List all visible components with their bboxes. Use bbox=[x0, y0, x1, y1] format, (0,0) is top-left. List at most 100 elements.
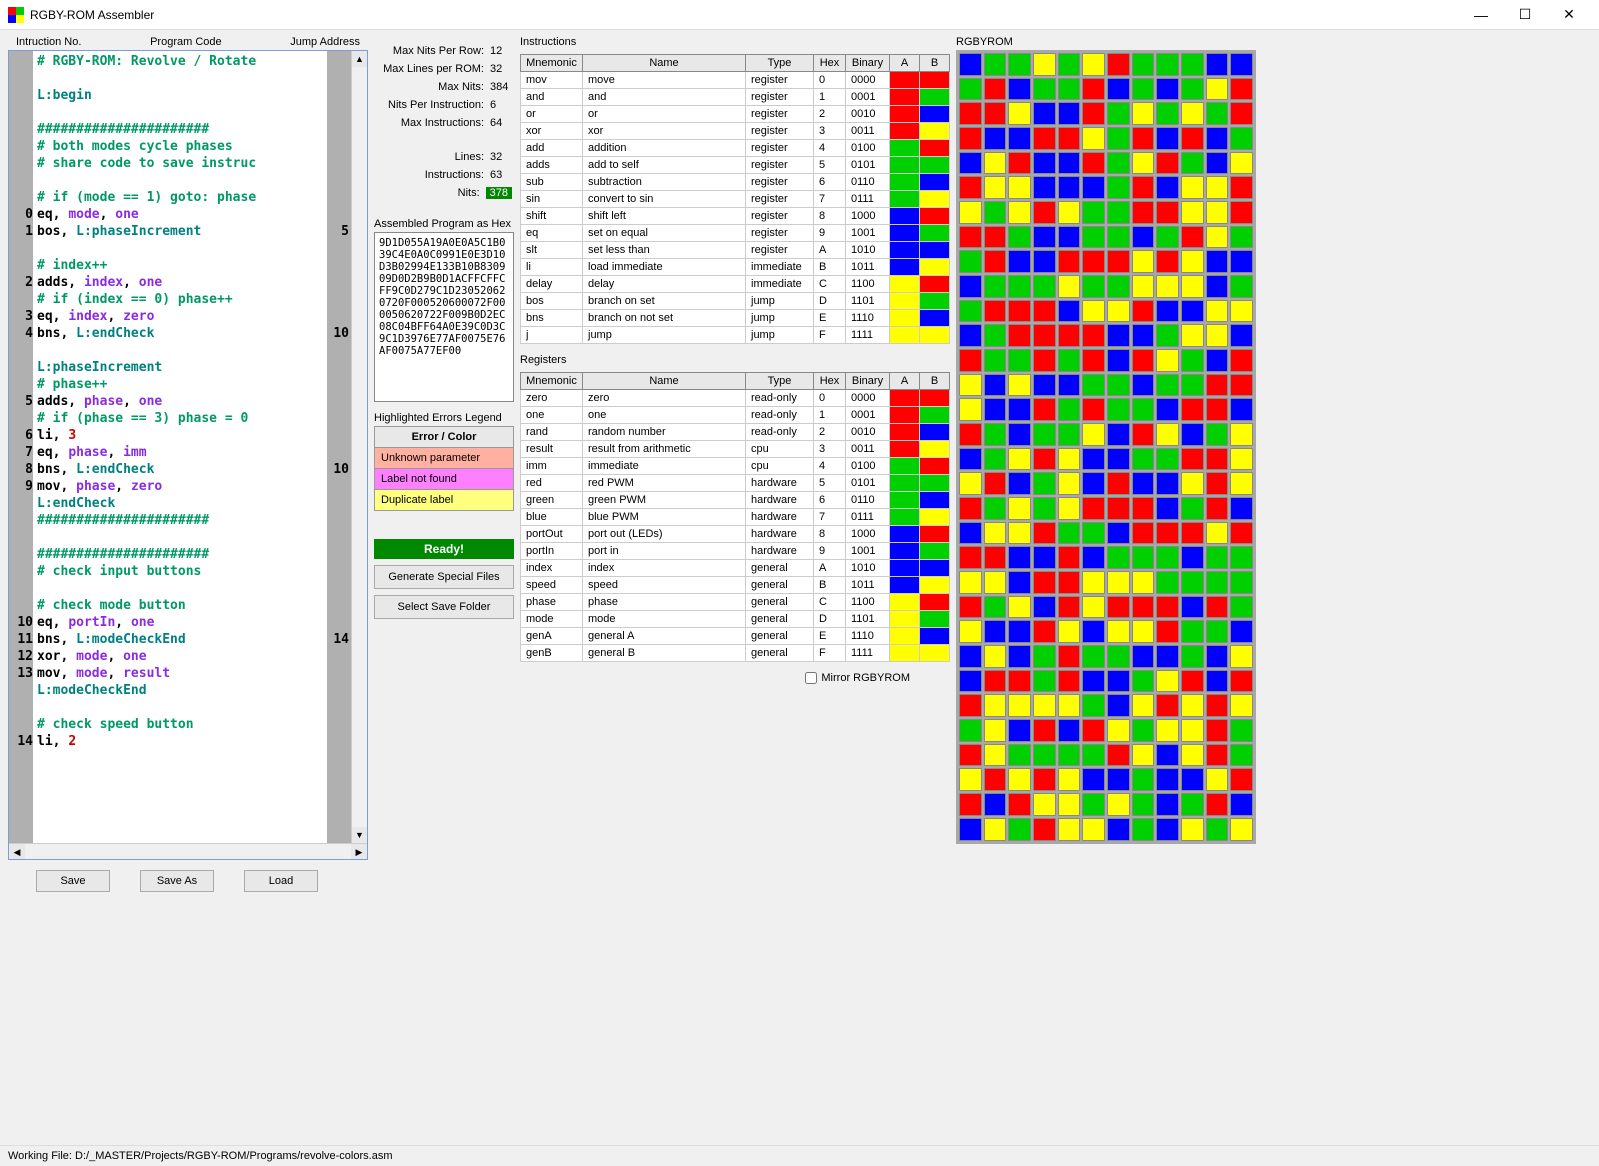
save-as-button[interactable]: Save As bbox=[140, 870, 214, 892]
scroll-up-icon[interactable]: ▲ bbox=[352, 51, 367, 67]
maximize-button[interactable]: ☐ bbox=[1503, 0, 1547, 30]
rom-cell bbox=[1206, 670, 1229, 693]
minimize-button[interactable]: — bbox=[1459, 0, 1503, 30]
rom-cell bbox=[1008, 744, 1031, 767]
rom-cell bbox=[1181, 818, 1204, 841]
hex-output[interactable]: 9D1D055A19A0E0A5C1B039C4E0A0C0991E0E3D10… bbox=[374, 232, 514, 402]
rom-cell bbox=[1230, 349, 1253, 372]
rom-cell bbox=[1082, 398, 1105, 421]
rom-cell bbox=[1230, 250, 1253, 273]
rom-cell bbox=[1181, 546, 1204, 569]
rom-cell bbox=[1132, 719, 1155, 742]
rom-cell bbox=[1230, 497, 1253, 520]
rom-cell bbox=[1107, 719, 1130, 742]
rom-cell bbox=[1156, 78, 1179, 101]
rom-cell bbox=[1230, 53, 1253, 76]
rom-cell bbox=[1181, 768, 1204, 791]
rom-cell bbox=[1132, 374, 1155, 397]
rom-cell bbox=[1107, 127, 1130, 150]
rom-cell bbox=[1033, 300, 1056, 323]
scroll-right-icon[interactable]: ▶ bbox=[351, 844, 367, 859]
rom-cell bbox=[1230, 226, 1253, 249]
rom-cell bbox=[1033, 127, 1056, 150]
error-legend: Error / Color Unknown parameter Label no… bbox=[374, 426, 514, 511]
select-save-folder-button[interactable]: Select Save Folder bbox=[374, 595, 514, 619]
rom-cell bbox=[984, 300, 1007, 323]
rom-cell bbox=[1082, 596, 1105, 619]
code-content[interactable]: # RGBY-ROM: Revolve / Rotate L:begin ###… bbox=[33, 51, 327, 843]
window-title: RGBY-ROM Assembler bbox=[30, 8, 154, 22]
rom-cell bbox=[984, 398, 1007, 421]
rom-cell bbox=[959, 78, 982, 101]
rom-cell bbox=[1033, 546, 1056, 569]
rom-cell bbox=[1008, 768, 1031, 791]
rom-cell bbox=[1033, 744, 1056, 767]
scroll-left-icon[interactable]: ◀ bbox=[9, 844, 25, 859]
rom-cell bbox=[1033, 694, 1056, 717]
rom-cell bbox=[984, 374, 1007, 397]
rom-cell bbox=[1058, 620, 1081, 643]
rom-cell bbox=[1156, 768, 1179, 791]
rom-cell bbox=[1156, 127, 1179, 150]
rom-cell bbox=[1206, 102, 1229, 125]
vertical-scrollbar[interactable]: ▲ ▼ bbox=[351, 51, 367, 843]
mirror-rgbyrom-checkbox[interactable] bbox=[805, 672, 817, 684]
rom-cell bbox=[984, 423, 1007, 446]
rom-cell bbox=[1008, 694, 1031, 717]
rom-cell bbox=[1058, 596, 1081, 619]
rom-cell bbox=[1206, 423, 1229, 446]
rom-cell bbox=[1058, 423, 1081, 446]
rom-cell bbox=[1058, 53, 1081, 76]
scroll-down-icon[interactable]: ▼ bbox=[352, 827, 367, 843]
rom-cell bbox=[1033, 324, 1056, 347]
rom-cell bbox=[1033, 423, 1056, 446]
rom-cell bbox=[1082, 127, 1105, 150]
rom-cell bbox=[984, 226, 1007, 249]
rom-cell bbox=[1132, 670, 1155, 693]
rom-cell bbox=[1058, 768, 1081, 791]
rom-cell bbox=[1132, 522, 1155, 545]
rom-cell bbox=[1230, 472, 1253, 495]
generate-special-files-button[interactable]: Generate Special Files bbox=[374, 565, 514, 589]
rom-cell bbox=[1107, 53, 1130, 76]
rom-cell bbox=[1156, 398, 1179, 421]
rom-cell bbox=[959, 546, 982, 569]
rom-cell bbox=[1181, 694, 1204, 717]
rom-cell bbox=[1206, 324, 1229, 347]
rom-cell bbox=[1181, 374, 1204, 397]
load-button[interactable]: Load bbox=[244, 870, 318, 892]
rom-cell bbox=[1107, 620, 1130, 643]
rom-cell bbox=[1206, 497, 1229, 520]
rom-cell bbox=[1132, 818, 1155, 841]
rom-cell bbox=[1132, 349, 1155, 372]
save-button[interactable]: Save bbox=[36, 870, 110, 892]
rom-cell bbox=[1107, 300, 1130, 323]
rom-cell bbox=[1033, 571, 1056, 594]
rom-cell bbox=[1082, 250, 1105, 273]
rom-cell bbox=[1107, 201, 1130, 224]
table-row: genAgeneral AgeneralE1110 bbox=[521, 628, 950, 645]
rom-cell bbox=[1008, 201, 1031, 224]
close-button[interactable]: ✕ bbox=[1547, 0, 1591, 30]
rom-cell bbox=[1107, 226, 1130, 249]
rom-cell bbox=[1082, 300, 1105, 323]
rom-cell bbox=[1082, 78, 1105, 101]
rom-cell bbox=[1082, 176, 1105, 199]
rom-cell bbox=[1033, 818, 1056, 841]
horizontal-scrollbar[interactable]: ◀ ▶ bbox=[9, 843, 367, 859]
rom-cell bbox=[1107, 768, 1130, 791]
rom-cell bbox=[1132, 53, 1155, 76]
rom-cell bbox=[1033, 78, 1056, 101]
code-editor[interactable]: 01 2 34 5 6789 10111213 14 # RGBY-ROM: R… bbox=[8, 50, 368, 860]
rom-cell bbox=[1107, 596, 1130, 619]
rom-cell bbox=[1008, 719, 1031, 742]
rom-cell bbox=[1181, 571, 1204, 594]
rom-cell bbox=[1132, 768, 1155, 791]
rom-cell bbox=[1181, 793, 1204, 816]
rom-cell bbox=[959, 768, 982, 791]
table-row: movmoveregister00000 bbox=[521, 72, 950, 89]
rom-cell bbox=[1008, 818, 1031, 841]
rom-cell bbox=[984, 176, 1007, 199]
rom-cell bbox=[1206, 275, 1229, 298]
rom-cell bbox=[959, 102, 982, 125]
